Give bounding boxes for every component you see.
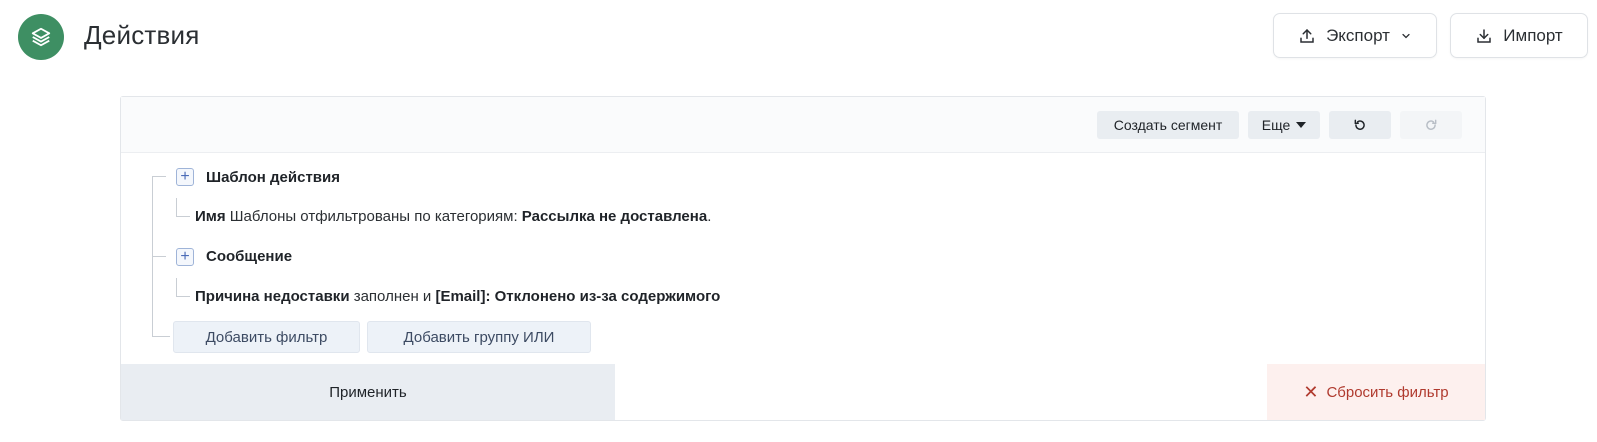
layers-icon — [31, 27, 51, 47]
apply-button[interactable]: Применить — [121, 364, 615, 420]
filter-condition[interactable]: Причина недоставки заполнен и [Email]: О… — [195, 288, 720, 305]
condition-value: Рассылка не доставлена — [521, 208, 708, 225]
upload-icon — [1300, 28, 1314, 43]
condition-field: Причина недоставки — [195, 288, 350, 305]
tree-line — [152, 336, 170, 337]
tree-line — [176, 278, 177, 296]
group-label: Шаблон действия — [206, 169, 340, 186]
tree-line — [176, 198, 177, 216]
close-icon: ✕ — [1303, 381, 1319, 402]
condition-field: Имя — [195, 208, 226, 225]
export-label: Экспорт — [1326, 25, 1390, 45]
caret-down-icon — [1296, 122, 1307, 128]
redo-button[interactable] — [1400, 111, 1462, 139]
plus-icon[interactable]: + — [176, 248, 194, 266]
undo-icon — [1354, 119, 1365, 130]
condition-value: [Email]: Отклонено из-за содержимого — [435, 288, 721, 305]
import-button[interactable]: Импорт — [1450, 13, 1588, 58]
group-label: Сообщение — [206, 248, 293, 265]
undo-button[interactable] — [1329, 111, 1391, 139]
condition-suffix: . — [707, 208, 712, 225]
download-icon — [1477, 28, 1492, 43]
tree-line — [176, 296, 190, 297]
condition-text: Шаблоны отфильтрованы по категориям: — [225, 208, 522, 225]
reset-filter-button[interactable]: ✕ Сбросить фильтр — [1267, 364, 1485, 420]
chevron-down-icon — [1402, 33, 1410, 38]
redo-icon — [1426, 119, 1437, 130]
filter-condition[interactable]: Имя Шаблоны отфильтрованы по категориям:… — [195, 208, 711, 225]
more-dropdown[interactable]: Еще — [1248, 111, 1320, 139]
import-label: Импорт — [1503, 25, 1563, 45]
more-label: Еще — [1261, 117, 1291, 133]
filter-toolbar: Создать сегмент Еще — [121, 97, 1485, 153]
tree-line — [152, 176, 166, 177]
reset-filter-label: Сбросить фильтр — [1326, 383, 1449, 401]
create-segment-button[interactable]: Создать сегмент — [1097, 111, 1239, 139]
plus-icon[interactable]: + — [176, 168, 194, 186]
tree-line — [152, 256, 166, 257]
tree-line — [176, 216, 190, 217]
app-logo — [18, 14, 64, 60]
filter-panel: Создать сегмент Еще + Шаблон действия Им… — [120, 96, 1486, 421]
add-filter-button[interactable]: Добавить фильтр — [173, 321, 360, 353]
add-or-group-button[interactable]: Добавить группу ИЛИ — [367, 321, 591, 353]
page-title: Действия — [84, 20, 200, 50]
export-button[interactable]: Экспорт — [1273, 13, 1437, 58]
condition-text: заполнен и — [349, 288, 436, 305]
